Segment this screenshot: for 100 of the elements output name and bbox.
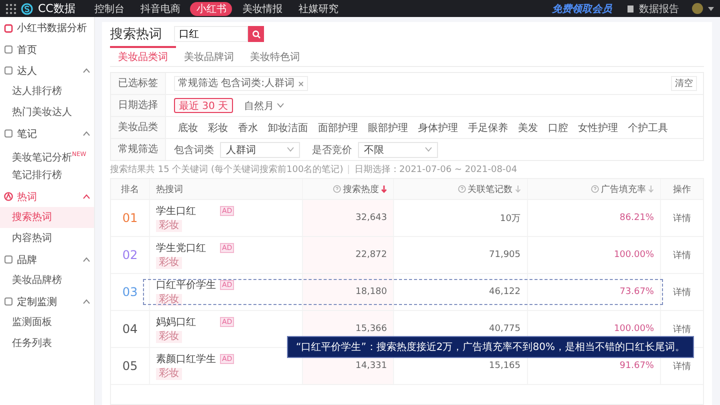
clear-button[interactable]: 清空	[671, 76, 697, 91]
detail-link[interactable]: 详情	[673, 248, 691, 262]
nav-tab[interactable]: 小红书	[190, 2, 232, 16]
category-option[interactable]: 面部护理	[314, 120, 362, 134]
category-option[interactable]: 个护工具	[624, 120, 672, 134]
select-dropdown[interactable]: 人群词	[220, 142, 300, 158]
sidebar-item[interactable]: 搜索热词	[0, 207, 94, 228]
sidebar-item[interactable]: 美妆品牌榜	[0, 270, 94, 291]
help-icon[interactable]	[458, 185, 466, 193]
sidebar-section[interactable]: 定制监测	[17, 294, 57, 308]
help-icon[interactable]	[591, 185, 599, 193]
column-header: 操作	[673, 184, 691, 196]
search-icon	[252, 30, 260, 38]
rank-number: 02	[122, 248, 138, 262]
result-summary: 搜索结果共 15 个关键词 (每个关键词搜索前100名的笔记)	[110, 164, 344, 176]
caret-icon[interactable]	[708, 6, 714, 10]
sidebar-item[interactable]: 内容热词	[0, 228, 94, 249]
caret-icon[interactable]	[83, 299, 90, 304]
rank-number: 04	[122, 322, 138, 336]
detail-link[interactable]: 详情	[673, 322, 691, 336]
close-icon[interactable]	[298, 80, 304, 86]
avatar[interactable]	[692, 3, 703, 14]
category-option[interactable]: 美发	[514, 120, 542, 134]
tab[interactable]: 美妆品牌词	[176, 46, 242, 66]
table-cell: 18,180	[356, 287, 387, 297]
category-option[interactable]: 女性护理	[574, 120, 622, 134]
category-option[interactable]: 卸妆洁面	[264, 120, 312, 134]
tab[interactable]: 美妆品类词	[110, 46, 176, 66]
date-range: 日期选择：2021-07-06 ~ 2021-08-04	[354, 164, 518, 176]
filter-label: 日期选择	[111, 95, 166, 116]
detail-link[interactable]: 详情	[673, 360, 691, 372]
keyword-link[interactable]: 妈妈口红	[156, 315, 218, 329]
nav-tab[interactable]: 美妆情报	[236, 2, 288, 16]
caret-icon[interactable]	[277, 103, 284, 108]
sidebar-section[interactable]: 首页	[17, 42, 37, 56]
column-header: 搜索热度	[343, 184, 379, 196]
report-link[interactable]: 数据报告	[639, 2, 679, 16]
keyword-link[interactable]: 口红平价学生	[156, 278, 218, 292]
category-option[interactable]: 彩妆	[204, 120, 232, 134]
month-dropdown[interactable]: 自然月	[239, 98, 290, 113]
caret-icon[interactable]	[83, 68, 90, 73]
category-option[interactable]: 手足保养	[464, 120, 512, 134]
keyword-link[interactable]: 学生口红	[156, 204, 218, 218]
sidebar-section[interactable]: 热词	[17, 190, 37, 204]
filter-chip[interactable]: 常规筛选 包含词类:人群词	[174, 76, 308, 91]
caret-icon[interactable]	[83, 194, 90, 199]
date-option[interactable]: 最近 30 天	[174, 98, 234, 113]
column-header: 热搜词	[156, 184, 183, 196]
sort-arrow-icon[interactable]	[514, 185, 520, 193]
sidebar-item[interactable]: 笔记排行榜	[0, 165, 94, 186]
table-cell: 14,331	[356, 361, 387, 371]
search-button[interactable]	[248, 26, 264, 42]
category-option[interactable]: 眼部护理	[364, 120, 412, 134]
keyword-link[interactable]: 学生党口红	[156, 241, 218, 255]
help-icon[interactable]	[333, 185, 341, 193]
sort-arrow-icon[interactable]	[648, 185, 654, 193]
sidebar-item[interactable]: 监测面板	[0, 312, 94, 333]
grid-menu-icon[interactable]	[6, 4, 16, 14]
category-option[interactable]: 口腔	[544, 120, 572, 134]
nav-tab[interactable]: 抖音电商	[134, 2, 186, 16]
sort-arrow-icon[interactable]	[381, 185, 387, 193]
rank-number: 05	[122, 359, 138, 373]
rank-number: 03	[122, 285, 138, 299]
sidebar-item[interactable]: 达人排行榜	[0, 81, 94, 102]
detail-link[interactable]: 详情	[673, 286, 691, 298]
search-field[interactable]: 口红	[174, 26, 248, 42]
table-cell: 32,643	[356, 213, 387, 223]
category-option[interactable]: 底妆	[174, 120, 202, 134]
table-cell: 86.21%	[620, 213, 654, 223]
sidebar-section[interactable]: 达人	[17, 64, 37, 78]
table-cell: 40,775	[489, 324, 520, 334]
table-cell: 15,165	[489, 361, 520, 371]
sidebar-title: 小红书数据分析	[17, 22, 87, 35]
sidebar-item[interactable]: 热门美妆达人	[0, 102, 94, 123]
brand-logo[interactable]: CC数据	[38, 1, 76, 16]
caret-icon[interactable]	[83, 257, 90, 262]
promo-link[interactable]: 免费领取会员	[552, 2, 612, 16]
sidebar-section[interactable]: 笔记	[17, 126, 37, 140]
nav-tab[interactable]: 社媒研究	[292, 2, 344, 16]
table-cell: 100.00%	[614, 250, 654, 260]
column-header: 广告填充率	[601, 184, 646, 196]
logo-icon	[21, 2, 33, 14]
column-header: 关联笔记数	[468, 184, 512, 196]
table-cell: 100.00%	[614, 324, 654, 334]
category-tag: 彩妆	[156, 257, 182, 269]
filter-label: 常规筛选	[111, 139, 166, 160]
keyword-link[interactable]: 素颜口红学生	[156, 352, 218, 366]
table-cell: 71,905	[489, 250, 520, 260]
sidebar-item[interactable]: 美妆笔记分析$^{NEW}$	[0, 144, 94, 165]
tab[interactable]: 美妆特色词	[242, 46, 308, 66]
caret-icon[interactable]	[83, 131, 90, 136]
sidebar-section[interactable]: 品牌	[17, 252, 37, 266]
category-option[interactable]: 香水	[234, 120, 262, 134]
table-cell: 91.67%	[620, 361, 654, 371]
page-title: 搜索热词	[110, 26, 162, 43]
sidebar-item[interactable]: 任务列表	[0, 333, 94, 354]
detail-link[interactable]: 详情	[673, 212, 691, 224]
select-dropdown[interactable]: 不限	[358, 142, 438, 158]
category-option[interactable]: 身体护理	[414, 120, 462, 134]
nav-tab[interactable]: 控制台	[88, 2, 130, 16]
